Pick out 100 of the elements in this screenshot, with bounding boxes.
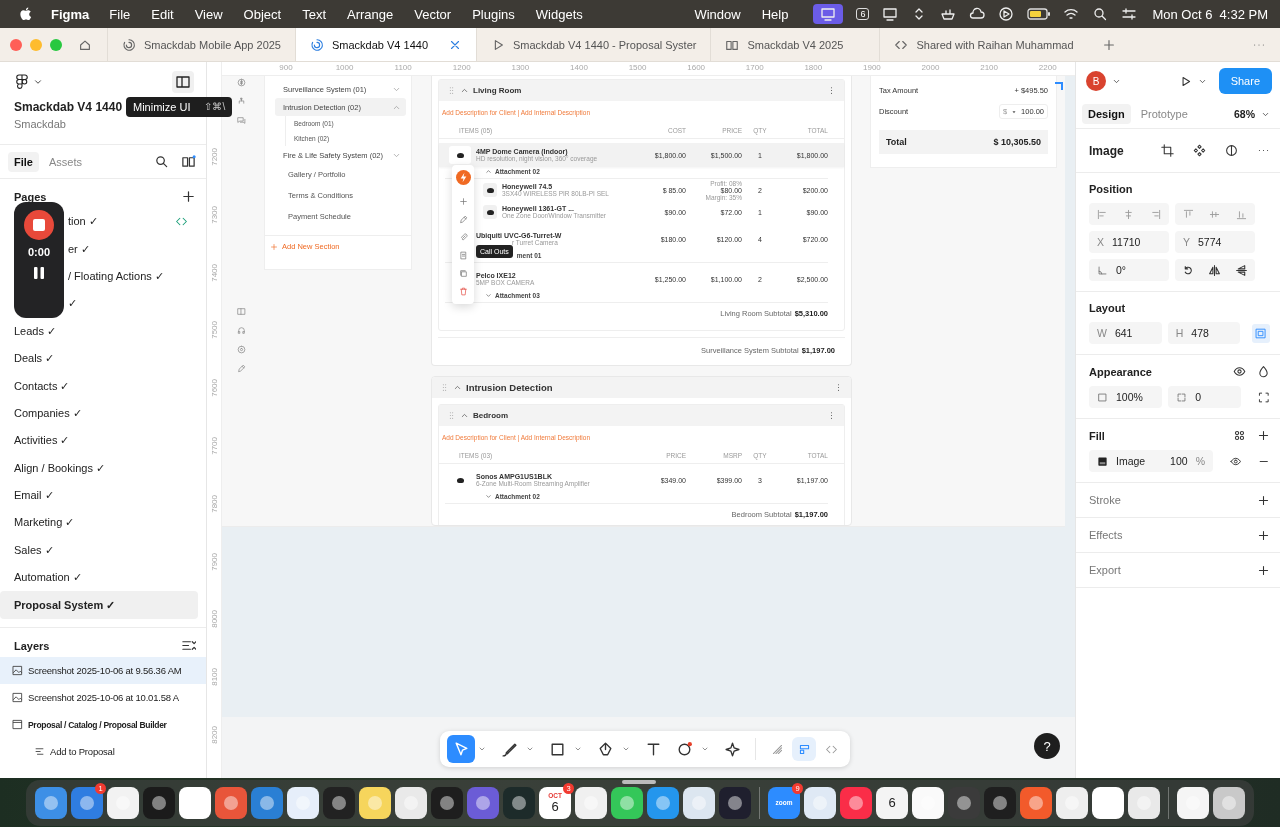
caret-icon[interactable] [478, 745, 486, 753]
crop-icon[interactable] [1161, 144, 1174, 157]
caret-icon[interactable] [622, 745, 630, 753]
page-item[interactable]: tion ✓ [68, 208, 198, 236]
layer-item[interactable]: Screenshot 2025-10-06 at 10.01.58 A [0, 684, 206, 711]
menu-item[interactable]: Object [243, 6, 282, 22]
design-mode-icon[interactable] [792, 737, 816, 761]
battery-icon[interactable] [1027, 8, 1052, 20]
app-icon[interactable] [611, 787, 643, 819]
avatar[interactable]: B [1086, 71, 1106, 91]
app-icon[interactable] [1056, 787, 1088, 819]
caret-icon[interactable] [526, 745, 534, 753]
app-icon[interactable] [804, 787, 836, 819]
menu-item[interactable]: Help [761, 6, 789, 22]
app-icon[interactable] [287, 787, 319, 819]
app-icon[interactable] [1177, 787, 1209, 819]
menu-item[interactable]: Vector [414, 6, 452, 22]
document-tab[interactable]: Smackdab V4 1440 [295, 28, 476, 61]
y-field[interactable]: Y 5774 [1175, 231, 1255, 253]
menu-item[interactable]: Widgets [535, 6, 583, 22]
plus-icon[interactable] [1257, 429, 1270, 442]
menu-item[interactable]: Window [694, 6, 741, 22]
component-icon[interactable] [1193, 144, 1206, 157]
document-tab[interactable]: Smackdab V4 2025 [710, 28, 880, 61]
page-item[interactable]: Align / Bookings ✓ [0, 454, 198, 482]
wifi-icon[interactable] [1063, 6, 1080, 22]
page-item[interactable]: Contacts ✓ [0, 372, 198, 400]
app-icon[interactable] [215, 787, 247, 819]
plus-icon[interactable] [1257, 563, 1270, 577]
menu-item[interactable]: Edit [151, 6, 174, 22]
contrast-icon[interactable] [1225, 144, 1238, 157]
clock[interactable]: Mon Oct 6 4:32 PM [1152, 6, 1268, 22]
menu-item[interactable]: Text [302, 6, 327, 22]
document-tab[interactable]: Smackdab Mobile App 2025 [107, 28, 295, 61]
document-tab[interactable]: Shared with Raihan Muhammad [879, 28, 1088, 61]
app-menu[interactable]: Figma [51, 6, 90, 22]
app-icon[interactable] [1020, 787, 1052, 819]
library-icon[interactable] [181, 154, 196, 169]
add-page-icon[interactable] [181, 189, 196, 204]
layer-item[interactable]: Add to Proposal [0, 738, 206, 765]
radius-field[interactable]: 0 [1168, 386, 1242, 408]
logo-icon[interactable] [14, 74, 30, 90]
rotation-field[interactable]: 0° [1089, 259, 1169, 281]
pause-icon[interactable] [31, 264, 47, 282]
drop-icon[interactable] [1257, 365, 1270, 378]
page-item[interactable]: Email ✓ [0, 481, 198, 510]
panel-tab[interactable]: Assets [42, 151, 88, 172]
app-icon[interactable] [251, 787, 283, 819]
search-icon[interactable] [154, 154, 169, 169]
height-field[interactable]: H 478 [1167, 322, 1241, 344]
pointer-icon[interactable] [447, 735, 475, 763]
plus-icon[interactable] [1257, 493, 1270, 507]
app-icon[interactable] [1213, 787, 1245, 819]
close-window-button[interactable] [10, 38, 22, 51]
page-item[interactable]: Deals ✓ [0, 344, 198, 373]
page-item[interactable]: Leads ✓ [0, 317, 198, 345]
app-icon[interactable]: 6 [876, 787, 908, 819]
x-field[interactable]: X 11710 [1089, 231, 1169, 253]
panel-tab[interactable]: File [8, 151, 39, 172]
page-item[interactable]: Companies ✓ [0, 399, 198, 428]
page-item[interactable]: ✓ [68, 290, 198, 318]
menu-item[interactable]: Arrange [347, 6, 394, 22]
caret-icon[interactable] [574, 745, 582, 753]
app-icon[interactable] [35, 787, 67, 819]
file-title[interactable]: Smackdab V4 1440 [14, 100, 123, 114]
app-icon[interactable] [575, 787, 607, 819]
app-icon[interactable] [647, 787, 679, 819]
app-icon[interactable] [359, 787, 391, 819]
app-icon[interactable] [395, 787, 427, 819]
menu-item[interactable]: View [194, 6, 223, 22]
panel-tab[interactable]: Prototype [1134, 104, 1194, 124]
page-item[interactable]: / Floating Actions ✓ [68, 262, 198, 291]
status-badge[interactable]: 6 [856, 8, 870, 20]
page-item[interactable]: Sales ✓ [0, 536, 198, 565]
resize-handle[interactable] [622, 780, 656, 784]
app-icon[interactable] [179, 787, 211, 819]
status-icon[interactable] [998, 6, 1015, 22]
constrain-icon[interactable] [1252, 323, 1270, 343]
panel-tab[interactable]: Design [1082, 104, 1131, 124]
app-icon[interactable] [683, 787, 715, 819]
apple-icon[interactable] [18, 6, 33, 22]
page-item[interactable]: Activities ✓ [0, 427, 198, 455]
page-item[interactable]: Proposal System ✓ [0, 591, 198, 619]
page-item[interactable]: Marketing ✓ [0, 509, 198, 537]
page-item[interactable]: Automation ✓ [0, 564, 198, 592]
app-icon[interactable] [71, 787, 103, 819]
styles-icon[interactable] [1233, 429, 1246, 442]
app-icon[interactable] [467, 787, 499, 819]
status-icon[interactable] [882, 6, 899, 22]
app-icon[interactable] [912, 787, 944, 819]
collapse-list-icon[interactable] [181, 638, 196, 653]
document-tab[interactable]: Smackdab V4 1440 - Proposal Syster [476, 28, 711, 61]
panel-toggle-icon[interactable] [172, 71, 194, 93]
fill-field[interactable]: Image 100 % [1089, 450, 1213, 472]
page-item[interactable]: er ✓ [68, 235, 198, 263]
layer-item[interactable]: Proposal / Catalog / Proposal Builder [0, 711, 206, 738]
status-icon[interactable] [969, 6, 986, 22]
eye-icon[interactable] [1233, 365, 1246, 378]
expand-icon[interactable] [1258, 390, 1270, 404]
caret-icon[interactable] [701, 745, 709, 753]
